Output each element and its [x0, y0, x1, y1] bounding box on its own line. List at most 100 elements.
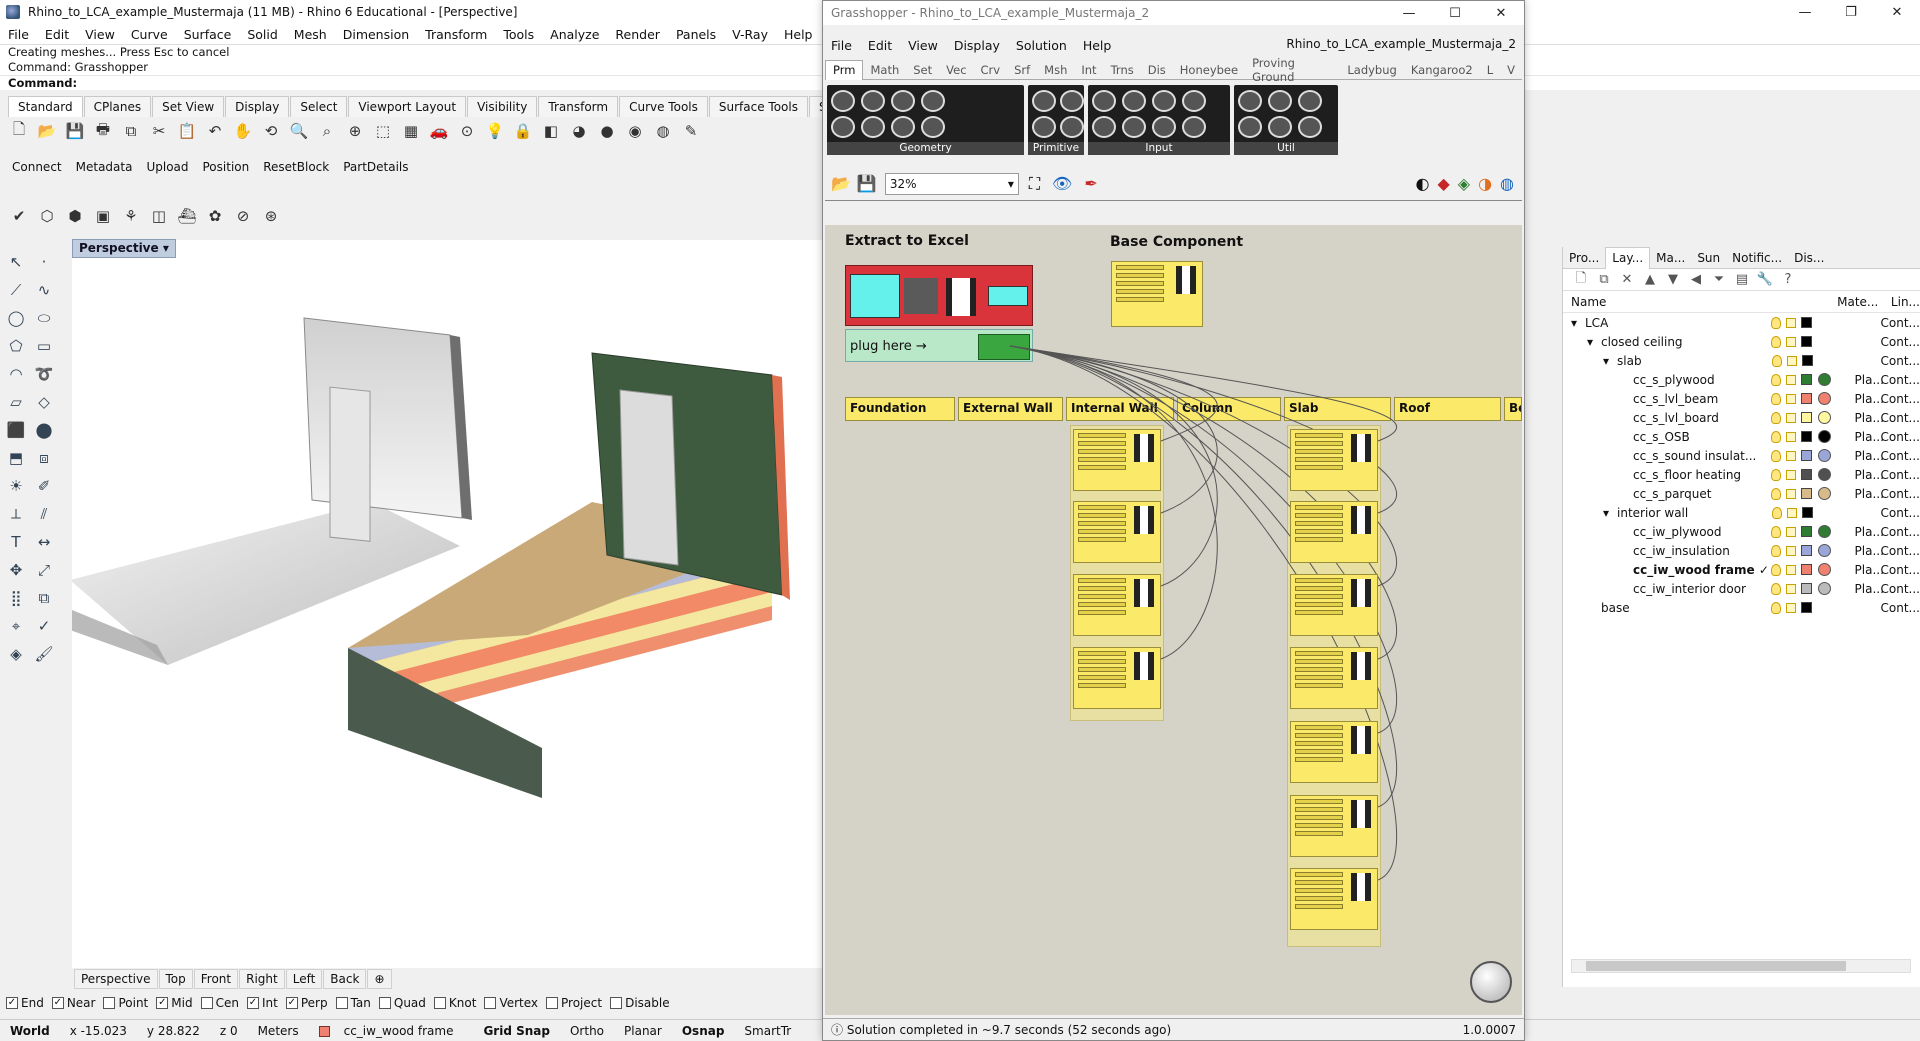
- save-document-icon[interactable]: 💾: [857, 174, 877, 193]
- preview-eye-icon[interactable]: 👁: [1052, 174, 1072, 193]
- material-icon[interactable]: [1818, 411, 1832, 424]
- layer-visible-icon[interactable]: [1771, 392, 1782, 405]
- navigation-compass-icon[interactable]: [1470, 961, 1512, 1003]
- gh-canvas[interactable]: Extract to Excel Base Component plug her…: [825, 225, 1522, 1015]
- param-icon[interactable]: [831, 90, 855, 112]
- render-sphere-icon[interactable]: ◉: [624, 120, 646, 142]
- scroll-thumb[interactable]: [1586, 961, 1846, 971]
- select-arrow-icon[interactable]: ↖: [4, 250, 28, 273]
- gh-component[interactable]: [1290, 501, 1378, 563]
- cplane-icon[interactable]: ⊙: [456, 120, 478, 142]
- menu-item-1[interactable]: Edit: [37, 27, 77, 42]
- layer-visible-icon[interactable]: [1771, 563, 1782, 576]
- rotate-view-icon[interactable]: ⟲: [260, 120, 282, 142]
- pencil-icon[interactable]: ✎: [680, 120, 702, 142]
- restore-icon[interactable]: ❐: [1828, 0, 1874, 24]
- col-material[interactable]: Mate...: [1837, 295, 1891, 309]
- sketch-pen-icon[interactable]: ✒: [1084, 174, 1097, 193]
- col-linetype[interactable]: Lin...: [1891, 295, 1920, 309]
- layer-row[interactable]: cc_iw_insulation Pla... Cont...: [1563, 541, 1920, 560]
- menu-item-12[interactable]: Panels: [668, 27, 724, 42]
- osnap-checkbox[interactable]: ✓: [285, 997, 298, 1009]
- open-file-icon[interactable]: 📂: [36, 120, 58, 142]
- viewport-tab-1[interactable]: Top: [158, 969, 193, 989]
- display-icon[interactable]: ◑: [1478, 174, 1492, 193]
- layer-row[interactable]: cc_s_floor heating Pla... Cont...: [1563, 465, 1920, 484]
- save-icon[interactable]: 💾: [64, 120, 86, 142]
- move-left-icon[interactable]: ◀: [1686, 272, 1706, 287]
- ship-icon[interactable]: ⛴: [176, 205, 198, 227]
- mesh-icon[interactable]: ⧈: [32, 446, 56, 469]
- layer-color-swatch[interactable]: [1801, 507, 1813, 518]
- layer-row[interactable]: cc_iw_plywood Pla... Cont...: [1563, 522, 1920, 541]
- layer-color-swatch[interactable]: [1801, 450, 1813, 461]
- osnap-checkbox[interactable]: [378, 997, 391, 1009]
- layer-color-swatch[interactable]: [1801, 526, 1813, 537]
- plugin-button-1[interactable]: Metadata: [76, 160, 133, 174]
- smarttrack-toggle[interactable]: SmartTr: [734, 1024, 801, 1038]
- current-layer[interactable]: cc_iw_wood frame: [309, 1024, 474, 1038]
- gh-category-tab-2[interactable]: Set: [906, 63, 939, 77]
- layer-row[interactable]: cc_s_parquet Pla... Cont...: [1563, 484, 1920, 503]
- gh-menu-item-3[interactable]: Display: [946, 38, 1008, 53]
- gh-component[interactable]: [1073, 574, 1161, 636]
- material-icon[interactable]: [1818, 468, 1832, 481]
- layer-visible-icon[interactable]: [1771, 582, 1782, 595]
- ortho-toggle[interactable]: Ortho: [560, 1024, 614, 1038]
- new-sublayer-icon[interactable]: ⧉: [1594, 272, 1614, 287]
- gh-category-tab-11[interactable]: Proving Ground: [1245, 56, 1340, 84]
- layer-visible-icon[interactable]: [1771, 354, 1782, 367]
- gh-category-tab-6[interactable]: Msh: [1037, 63, 1074, 77]
- toolbar-tab-8[interactable]: Curve Tools: [619, 96, 708, 117]
- param-icon[interactable]: [1182, 90, 1206, 112]
- layer-lock-icon[interactable]: [1786, 317, 1797, 328]
- layer-state-icon[interactable]: ▤: [1732, 272, 1752, 287]
- param-icon[interactable]: [1060, 90, 1084, 112]
- bake-icon[interactable]: ◆: [1437, 174, 1449, 193]
- param-icon[interactable]: [1298, 116, 1322, 138]
- layer-color-swatch[interactable]: [1801, 564, 1813, 575]
- plugin-button-2[interactable]: Upload: [146, 160, 188, 174]
- col-name[interactable]: Name: [1563, 295, 1775, 309]
- param-icon[interactable]: [1122, 116, 1146, 138]
- zoom-extents-icon[interactable]: ⛶: [1029, 174, 1040, 194]
- layer-visible-icon[interactable]: [1771, 411, 1782, 424]
- layer-visible-icon[interactable]: [1771, 525, 1782, 538]
- layer-lock-icon[interactable]: [1786, 469, 1797, 480]
- layer-color-swatch[interactable]: [1801, 355, 1813, 366]
- gh-component[interactable]: [1290, 574, 1378, 636]
- menu-item-14[interactable]: Help: [776, 27, 821, 42]
- layer-lock-icon[interactable]: [1786, 450, 1797, 461]
- gh-component[interactable]: [1290, 868, 1378, 930]
- gh-component[interactable]: [1073, 429, 1161, 491]
- add-viewport-tab-icon[interactable]: ⊕: [367, 969, 392, 989]
- scale-icon[interactable]: ⤢: [32, 558, 56, 581]
- layer-lock-icon[interactable]: [1786, 526, 1797, 537]
- plugin-button-3[interactable]: Position: [203, 160, 250, 174]
- osnap-0[interactable]: ✓ End: [6, 996, 44, 1010]
- layer-lock-icon[interactable]: [1786, 583, 1797, 594]
- gh-component[interactable]: [1290, 647, 1378, 709]
- grid-icon[interactable]: ▦: [400, 120, 422, 142]
- param-icon[interactable]: [1092, 116, 1116, 138]
- gh-component[interactable]: [1073, 501, 1161, 563]
- plugin-button-4[interactable]: ResetBlock: [263, 160, 329, 174]
- polyline-icon[interactable]: ⟋: [4, 278, 28, 301]
- command-input[interactable]: [81, 76, 682, 90]
- toolbar-tab-0[interactable]: Standard: [8, 96, 83, 117]
- polygon-icon[interactable]: ⬠: [4, 334, 28, 357]
- param-icon[interactable]: [1298, 90, 1322, 112]
- minimize-icon[interactable]: —: [1782, 0, 1828, 24]
- material-icon[interactable]: [1818, 544, 1832, 557]
- gh-category-tab-3[interactable]: Vec: [939, 63, 973, 77]
- toolbar-tab-4[interactable]: Select: [290, 96, 348, 117]
- layer-visible-icon[interactable]: [1771, 373, 1782, 386]
- osnap-3[interactable]: ✓ Mid: [156, 996, 193, 1010]
- gh-category-tab-0[interactable]: Prm: [825, 59, 864, 80]
- group-icon[interactable]: ⧉: [32, 586, 56, 609]
- gh-category-tab-7[interactable]: Int: [1074, 63, 1103, 77]
- paste-icon[interactable]: 📋: [176, 120, 198, 142]
- layer-visible-icon[interactable]: [1771, 506, 1782, 519]
- material-icon[interactable]: ◍: [652, 120, 674, 142]
- menu-item-7[interactable]: Dimension: [335, 27, 417, 42]
